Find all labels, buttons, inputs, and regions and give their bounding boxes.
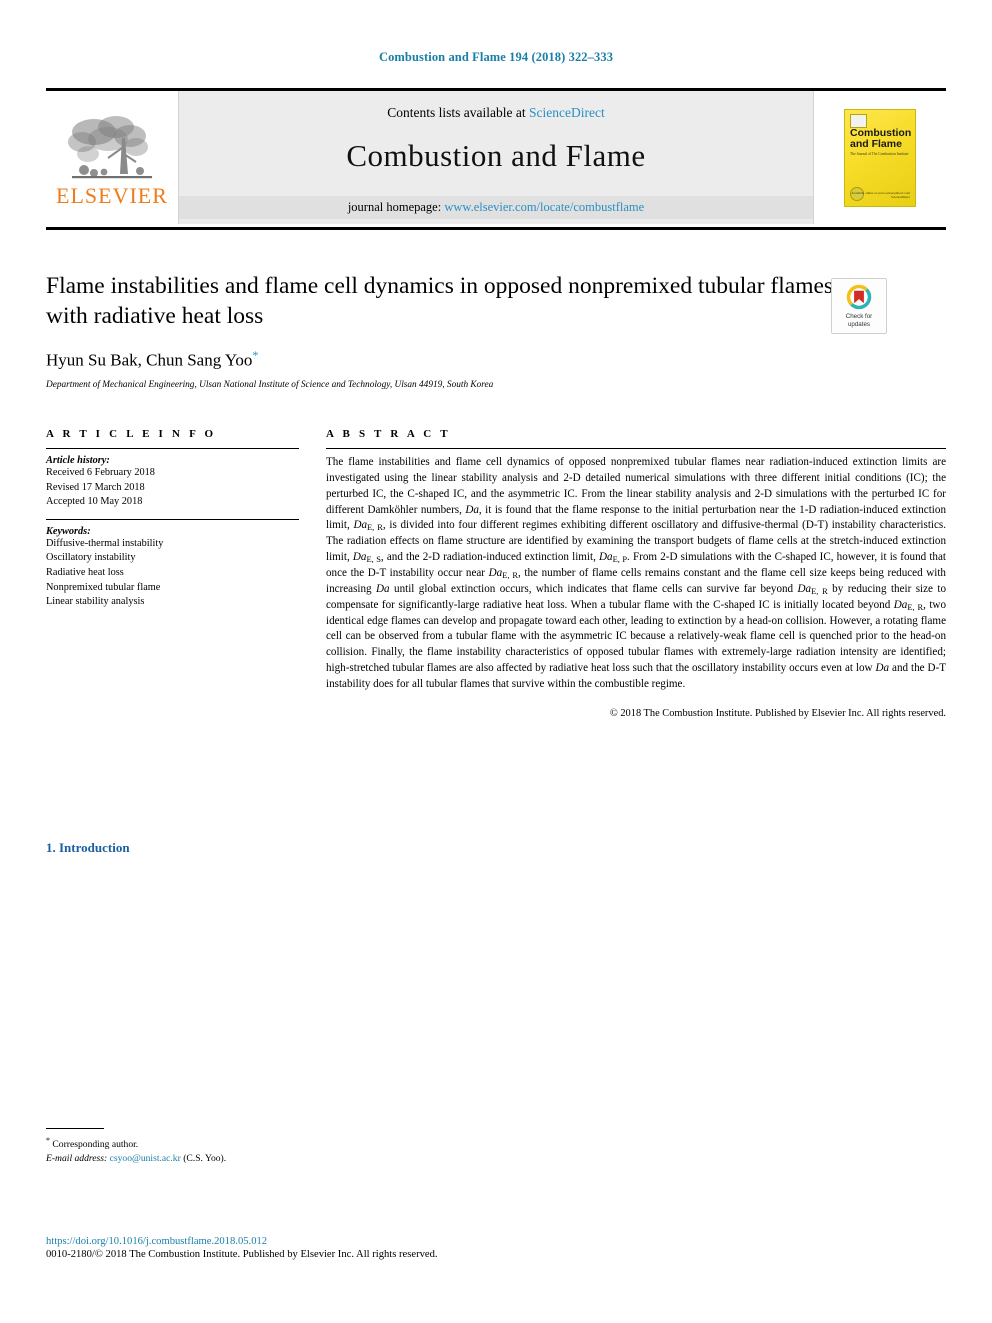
- article-info-rule: [46, 448, 299, 449]
- keyword-item: Nonpremixed tubular flame: [46, 581, 161, 593]
- author-names: Hyun Su Bak, Chun Sang Yoo: [46, 350, 253, 370]
- footnote-email-suffix: (C.S. Yoo).: [183, 1153, 227, 1165]
- journal-homepage-strip: journal homepage: www.elsevier.com/locat…: [179, 196, 813, 219]
- paper-page: Combustion and Flame 194 (2018) 322–333: [0, 0, 992, 1323]
- masthead-bottom-rule: [46, 227, 946, 230]
- cover-subtitle: The Journal of The Combustion Institute: [850, 151, 909, 156]
- keyword-item: Radiative heat loss: [46, 567, 124, 579]
- cover-title: Combustion and Flame: [850, 127, 911, 151]
- contents-prefix: Contents lists available at: [387, 105, 529, 120]
- journal-title: Combustion and Flame: [346, 138, 646, 173]
- crossmark-label-line2: updates: [847, 320, 870, 328]
- journal-cover-thumbnail: Combustion and Flame The Journal of The …: [844, 108, 916, 207]
- sciencedirect-link[interactable]: ScienceDirect: [529, 105, 605, 120]
- page-footer: https://doi.org/10.1016/j.combustflame.2…: [46, 1236, 646, 1260]
- article-history-label: Article history:: [46, 455, 110, 466]
- contents-available-line: Contents lists available at ScienceDirec…: [387, 105, 604, 121]
- footnote-rule: [46, 1128, 104, 1129]
- keyword-item: Linear stability analysis: [46, 596, 145, 608]
- abstract-copyright: © 2018 The Combustion Institute. Publish…: [609, 707, 946, 719]
- author-list: Hyun Su Bak, Chun Sang Yoo*: [46, 348, 836, 371]
- crossmark-badge[interactable]: Check for updates: [831, 278, 887, 334]
- issn-copyright-line: 0010-2180/© 2018 The Combustion Institut…: [46, 1249, 438, 1260]
- body-columns: 1. Introduction: [46, 840, 946, 870]
- elsevier-tree-icon: [68, 116, 152, 179]
- footnote-email-link[interactable]: csyoo@unist.ac.kr: [110, 1153, 181, 1164]
- homepage-link[interactable]: www.elsevier.com/locate/combustflame: [444, 200, 644, 214]
- keywords-label: Keywords:: [46, 525, 91, 537]
- article-history-accepted: Accepted 10 May 2018: [46, 496, 143, 508]
- info-abstract-region: A R T I C L E I N F O Article history: R…: [46, 428, 946, 719]
- article-history-revised: Revised 17 March 2018: [46, 481, 145, 493]
- article-info-column: A R T I C L E I N F O Article history: R…: [46, 428, 299, 719]
- elsevier-wordmark: ELSEVIER: [56, 183, 168, 208]
- abstract-text: The flame instabilities and flame cell d…: [326, 456, 947, 691]
- abstract-heading: A B S T R A C T: [326, 428, 451, 440]
- footnote-corresponding-label: Corresponding author.: [52, 1139, 139, 1151]
- crossmark-icon: [846, 284, 872, 310]
- affiliation: Department of Mechanical Engineering, Ul…: [46, 379, 494, 390]
- footnote-corresponding: * Corresponding author.: [46, 1135, 478, 1152]
- corresponding-author-footnote: * Corresponding author. E-mail address: …: [46, 1128, 478, 1166]
- homepage-prefix: journal homepage:: [347, 200, 445, 214]
- footnote-star-icon: *: [46, 1136, 50, 1145]
- masthead-center: Contents lists available at ScienceDirec…: [178, 91, 814, 224]
- abstract-column: A B S T R A C T The flame instabilities …: [326, 428, 946, 719]
- journal-cover-container: Combustion and Flame The Journal of The …: [814, 91, 946, 224]
- article-history-block: Article history: Received 6 February 201…: [46, 455, 299, 510]
- keyword-item: Diffusive-thermal instability: [46, 537, 164, 549]
- cover-footer-text: Available online at www.sciencedirect.co…: [851, 190, 910, 200]
- section-heading-introduction: 1. Introduction: [46, 840, 130, 855]
- running-head: Combustion and Flame 194 (2018) 322–333: [378, 50, 614, 64]
- journal-masthead: ELSEVIER Contents lists available at Sci…: [46, 88, 946, 224]
- article-history-received: Received 6 February 2018: [46, 467, 155, 478]
- elsevier-logo: ELSEVIER: [46, 91, 178, 224]
- cover-institute-badge-icon: [850, 113, 867, 128]
- title-block: Flame instabilities and flame cell dynam…: [46, 272, 836, 390]
- doi-link[interactable]: https://doi.org/10.1016/j.combustflame.2…: [46, 1236, 646, 1247]
- footnote-email: E-mail address: csyoo@unist.ac.kr (C.S. …: [46, 1152, 478, 1166]
- keywords-block: Keywords: Diffusive-thermal instability …: [46, 526, 299, 610]
- abstract-rule: [326, 448, 946, 449]
- crossmark-label-line1: Check for: [845, 313, 873, 320]
- keywords-rule: [46, 518, 299, 520]
- footnote-email-label: E-mail address:: [46, 1153, 108, 1165]
- article-info-heading: A R T I C L E I N F O: [46, 428, 217, 440]
- crossmark-label: Check for updates: [846, 313, 872, 329]
- keyword-item: Oscillatory instability: [46, 552, 136, 564]
- page-title: Flame instabilities and flame cell dynam…: [46, 273, 834, 329]
- corresponding-author-marker: *: [252, 348, 259, 363]
- body-column-left: 1. Introduction: [46, 840, 478, 870]
- body-column-right: [514, 840, 946, 870]
- cover-title-line2: and Flame: [850, 137, 902, 150]
